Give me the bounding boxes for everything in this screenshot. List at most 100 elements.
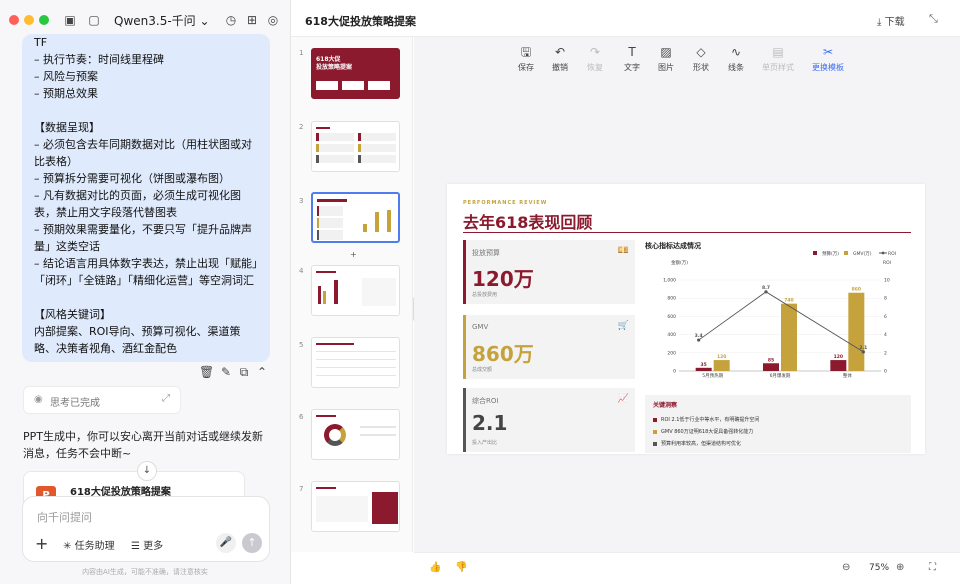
collapse-icon[interactable]: ⌃ — [255, 365, 269, 379]
thumb-number: 2 — [299, 123, 304, 131]
tool-label: 线条 — [728, 63, 744, 72]
thumb-number: 6 — [299, 413, 304, 421]
share-icon[interactable]: ⊞ — [244, 12, 260, 28]
bar-label: 35 — [701, 362, 707, 368]
zoom-in-icon[interactable]: ⊕ — [896, 562, 904, 573]
compass-icon[interactable]: ◎ — [265, 12, 281, 28]
metric-card-gmv: GMV 860万 总成交额 🛒 — [463, 315, 635, 379]
model-name: Qwen3.5-千问 — [114, 14, 196, 28]
insight-title: 关键洞察 — [653, 402, 678, 409]
chat-input-box[interactable]: 向千问提问 + ✳ 任务助理 ☰ 更多 🎤 ↑ — [22, 496, 270, 562]
x-tick-label: 整体 — [843, 372, 852, 379]
current-slide[interactable]: PERFORMANCE REVIEW 去年618表现回顾 投放预算 120万 总… — [447, 184, 925, 454]
y2-tick-label: 4 — [884, 332, 887, 338]
collapse-panel-icon[interactable]: ⤡ — [929, 12, 938, 26]
expand-icon: ⤢ — [162, 393, 170, 404]
download-label: 下载 — [884, 17, 905, 28]
card-label: 综合ROI — [472, 397, 499, 405]
model-selector[interactable]: Qwen3.5-千问 ⌄ — [114, 12, 210, 29]
tool-label: 单页样式 — [762, 63, 794, 72]
card-sub: 总成交额 — [472, 367, 493, 373]
slide-thumbnail-4[interactable] — [311, 265, 400, 316]
microphone-button[interactable]: 🎤 — [216, 533, 236, 553]
brain-icon: ◉ — [34, 394, 43, 405]
trend-icon: 📈 — [617, 394, 629, 404]
text-icon: T — [628, 45, 636, 59]
toolbar-image[interactable]: ▨ 图片 — [651, 45, 681, 73]
tool-label: 恢复 — [587, 63, 603, 72]
sidebar-toggle-icon[interactable]: ▣ — [62, 12, 78, 28]
card-value: 2.1 — [472, 411, 508, 435]
toolbar-redo[interactable]: ↷ 恢复 — [580, 45, 610, 73]
legend-label: GMV(万) — [853, 251, 872, 257]
download-button[interactable]: ⤓ 下载 — [877, 13, 905, 28]
bar-label: 85 — [768, 357, 774, 363]
thumbs-up-icon[interactable]: 👍 — [429, 562, 441, 573]
scroll-down-button[interactable]: ↓ — [137, 461, 157, 481]
y2-axis-title: ROI — [883, 260, 891, 266]
page-style-icon: ▤ — [772, 45, 784, 59]
thumbs-down-icon[interactable]: 👎 — [455, 562, 467, 573]
slide-thumbnail-6[interactable] — [311, 409, 400, 460]
edit-icon[interactable]: ✎ — [219, 365, 233, 379]
y-axis-title: 金额(万) — [671, 259, 688, 266]
legend-label: 预算(万) — [822, 250, 839, 257]
bullet — [653, 429, 657, 434]
zoom-level[interactable]: 75% — [869, 563, 889, 573]
slide-title: 去年618表现回顾 — [463, 213, 593, 232]
card-sub: 投入产出比 — [472, 440, 498, 446]
add-slide-icon[interactable]: + — [350, 250, 357, 259]
card-value: 120万 — [472, 267, 534, 291]
slide-thumbnail-2[interactable] — [311, 121, 400, 172]
close-window-button[interactable] — [9, 15, 19, 25]
slide-thumbnail-5[interactable] — [311, 337, 400, 388]
tool-label: 更换模板 — [812, 63, 844, 72]
task-assistant-button[interactable]: ✳ 任务助理 — [63, 537, 115, 552]
y-tick-label: 600 — [667, 314, 676, 320]
download-icon: ⤓ — [877, 17, 882, 28]
insight-box: 关键洞察 ROI 2.1低于行业中等水平，有明确提升空间 GMV 860万证明6… — [645, 395, 911, 453]
thinking-status[interactable]: ◉ 思考已完成 ⤢ — [23, 386, 181, 414]
delete-icon[interactable]: 🗑 — [199, 365, 214, 379]
zoom-window-button[interactable] — [39, 15, 49, 25]
chat-input[interactable]: 向千问提问 — [37, 509, 92, 525]
y-tick-label: 1,000 — [663, 278, 676, 284]
toolbar-line[interactable]: ∿ 线条 — [721, 45, 751, 73]
toolbar-shape[interactable]: ◇ 形状 — [686, 45, 716, 73]
new-chat-icon[interactable]: ▢ — [86, 12, 102, 28]
toolbar-save[interactable]: 🖫 保存 — [511, 45, 541, 73]
legend-label: ROI — [888, 251, 896, 257]
money-icon: 💴 — [617, 246, 629, 256]
add-attachment-button[interactable]: + — [35, 534, 48, 553]
card-accent — [463, 388, 466, 452]
copy-icon[interactable]: ⧉ — [237, 365, 251, 380]
insight-item: GMV 860万证明618大促具备强转化能力 — [653, 428, 753, 435]
send-button[interactable]: ↑ — [242, 533, 262, 553]
card-accent — [463, 240, 466, 304]
more-label: 更多 — [143, 541, 164, 552]
save-icon: 🖫 — [520, 45, 532, 59]
slide-thumbnail-7[interactable] — [311, 481, 400, 532]
minimize-window-button[interactable] — [24, 15, 34, 25]
legend-swatch — [844, 251, 848, 255]
insight-text: ROI 2.1低于行业中等水平，有明确提升空间 — [661, 417, 760, 423]
roi-label: 8.7 — [762, 285, 770, 291]
toolbar-text[interactable]: T 文字 — [617, 45, 647, 73]
fit-screen-icon[interactable]: ⛶ — [929, 562, 936, 573]
card-label: GMV — [472, 323, 489, 331]
y-tick-label: 800 — [667, 296, 676, 302]
slide-thumbnail-1[interactable]: 618大促 投放策略提案 — [311, 48, 400, 99]
slide-thumbnail-3[interactable] — [311, 192, 400, 243]
ppt-editor: 618大促投放策略提案 ⤓ 下载 ⤡ 1 618大促 投放策略提案 2 3 + … — [290, 0, 960, 584]
zoom-out-icon[interactable]: ⊖ — [842, 562, 850, 573]
thumb-number: 4 — [299, 267, 304, 275]
toolbar-undo[interactable]: ↶ 撤销 — [545, 45, 575, 73]
tool-label: 形状 — [693, 63, 709, 72]
metric-card-roi: 综合ROI 2.1 投入产出比 📈 — [463, 388, 635, 452]
history-icon[interactable]: ◷ — [223, 12, 239, 28]
bar-label: 860 — [852, 287, 861, 293]
toolbar-change-template[interactable]: ✂ 更换模板 — [805, 45, 851, 73]
bottom-bar: 👍 👎 ⊖ 75% ⊕ ⛶ — [414, 552, 960, 584]
more-button[interactable]: ☰ 更多 — [131, 537, 163, 552]
toolbar-page-style[interactable]: ▤ 单页样式 — [755, 45, 801, 73]
